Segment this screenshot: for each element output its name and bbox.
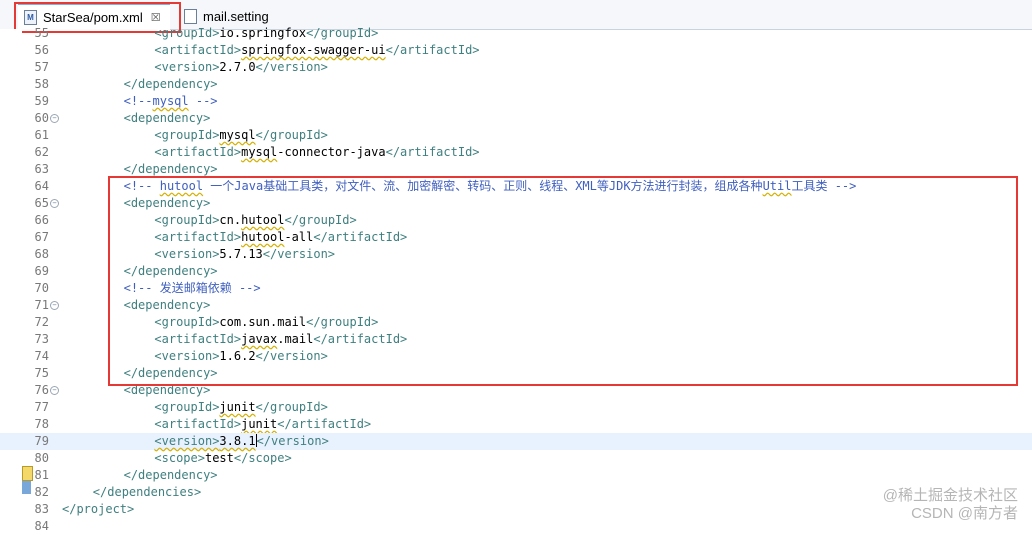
code-line[interactable]: 79 <version>3.8.1</version> <box>0 433 1032 450</box>
code-line[interactable]: 58 </dependency> <box>0 76 1032 93</box>
code-line[interactable]: 77 <groupId>junit</groupId> <box>0 399 1032 416</box>
code-text: <artifactId>mysql-connector-java</artifa… <box>154 145 480 159</box>
code-text: <dependency> <box>123 111 211 125</box>
code-line[interactable]: 60− <dependency> <box>0 110 1032 127</box>
line-number: 67 <box>34 230 49 244</box>
line-number: 55 <box>34 26 49 40</box>
code-text: <groupId>junit</groupId> <box>154 400 328 414</box>
code-text: <artifactId>junit</artifactId> <box>154 417 372 431</box>
code-text: </dependency> <box>123 77 218 91</box>
code-text: <groupId>io.springfox</groupId> <box>154 26 379 40</box>
code-text: <version>3.8.1</version> <box>154 434 329 448</box>
line-number: 58 <box>34 77 49 91</box>
line-number: 68 <box>34 247 49 261</box>
line-number: 80 <box>34 451 49 465</box>
code-line[interactable]: 83 </project> <box>0 501 1032 518</box>
line-number: 81 <box>34 468 49 482</box>
code-line[interactable]: 55 <groupId>io.springfox</groupId> <box>0 25 1032 42</box>
code-line[interactable]: 84 <box>0 518 1032 535</box>
code-text: <artifactId>springfox-swagger-ui</artifa… <box>154 43 480 57</box>
line-number: 76 <box>34 383 49 397</box>
line-number: 79 <box>34 434 49 448</box>
line-number: 60 <box>34 111 49 125</box>
code-line[interactable]: 56 <artifactId>springfox-swagger-ui</arti… <box>0 42 1032 59</box>
code-line[interactable]: 81 </dependency> <box>0 467 1032 484</box>
fold-toggle-icon[interactable]: − <box>50 114 59 123</box>
line-number: 57 <box>34 60 49 74</box>
line-number: 83 <box>34 502 49 516</box>
line-number: 84 <box>34 519 49 533</box>
tab-label: mail.setting <box>203 9 269 24</box>
line-number: 71 <box>34 298 49 312</box>
fold-toggle-icon[interactable]: − <box>50 386 59 395</box>
line-number: 63 <box>34 162 49 176</box>
line-number: 56 <box>34 43 49 57</box>
line-number: 59 <box>34 94 49 108</box>
line-number: 64 <box>34 179 49 193</box>
watermark-line-2: CSDN @南方者 <box>911 505 1018 522</box>
fold-toggle-icon[interactable]: − <box>50 301 59 310</box>
line-number: 75 <box>34 366 49 380</box>
code-line[interactable]: 62 <artifactId>mysql-connector-java</arti… <box>0 144 1032 161</box>
code-line[interactable]: 82 </dependencies> <box>0 484 1032 501</box>
code-text: </dependencies> <box>92 485 202 499</box>
code-text: </project> <box>62 502 135 516</box>
line-number: 77 <box>34 400 49 414</box>
code-text: <scope>test</scope> <box>154 451 292 465</box>
code-line[interactable]: 57 <version>2.7.0</version> <box>0 59 1032 76</box>
code-text: <!--mysql --> <box>123 94 218 108</box>
line-number: 62 <box>34 145 49 159</box>
fold-toggle-icon[interactable]: − <box>50 199 59 208</box>
line-number: 74 <box>34 349 49 363</box>
code-text: <groupId>mysql</groupId> <box>154 128 328 142</box>
file-icon <box>184 9 197 24</box>
code-line[interactable]: 78 <artifactId>junit</artifactId> <box>0 416 1032 433</box>
watermark: @稀土掘金技术社区 CSDN @南方者 <box>883 487 1018 523</box>
line-number: 65 <box>34 196 49 210</box>
annotation-highlight-box <box>108 176 1018 386</box>
line-number: 69 <box>34 264 49 278</box>
line-number: 73 <box>34 332 49 346</box>
code-line[interactable]: 80 <scope>test</scope> <box>0 450 1032 467</box>
line-number: 66 <box>34 213 49 227</box>
line-number: 82 <box>34 485 49 499</box>
line-number: 61 <box>34 128 49 142</box>
line-number: 78 <box>34 417 49 431</box>
code-text: </dependency> <box>123 468 218 482</box>
line-number: 72 <box>34 315 49 329</box>
watermark-line-1: @稀土掘金技术社区 <box>882 487 1018 504</box>
line-number: 70 <box>34 281 49 295</box>
code-line[interactable]: 61 <groupId>mysql</groupId> <box>0 127 1032 144</box>
code-line[interactable]: 59 <!--mysql --> <box>0 93 1032 110</box>
code-text: <version>2.7.0</version> <box>154 60 328 74</box>
